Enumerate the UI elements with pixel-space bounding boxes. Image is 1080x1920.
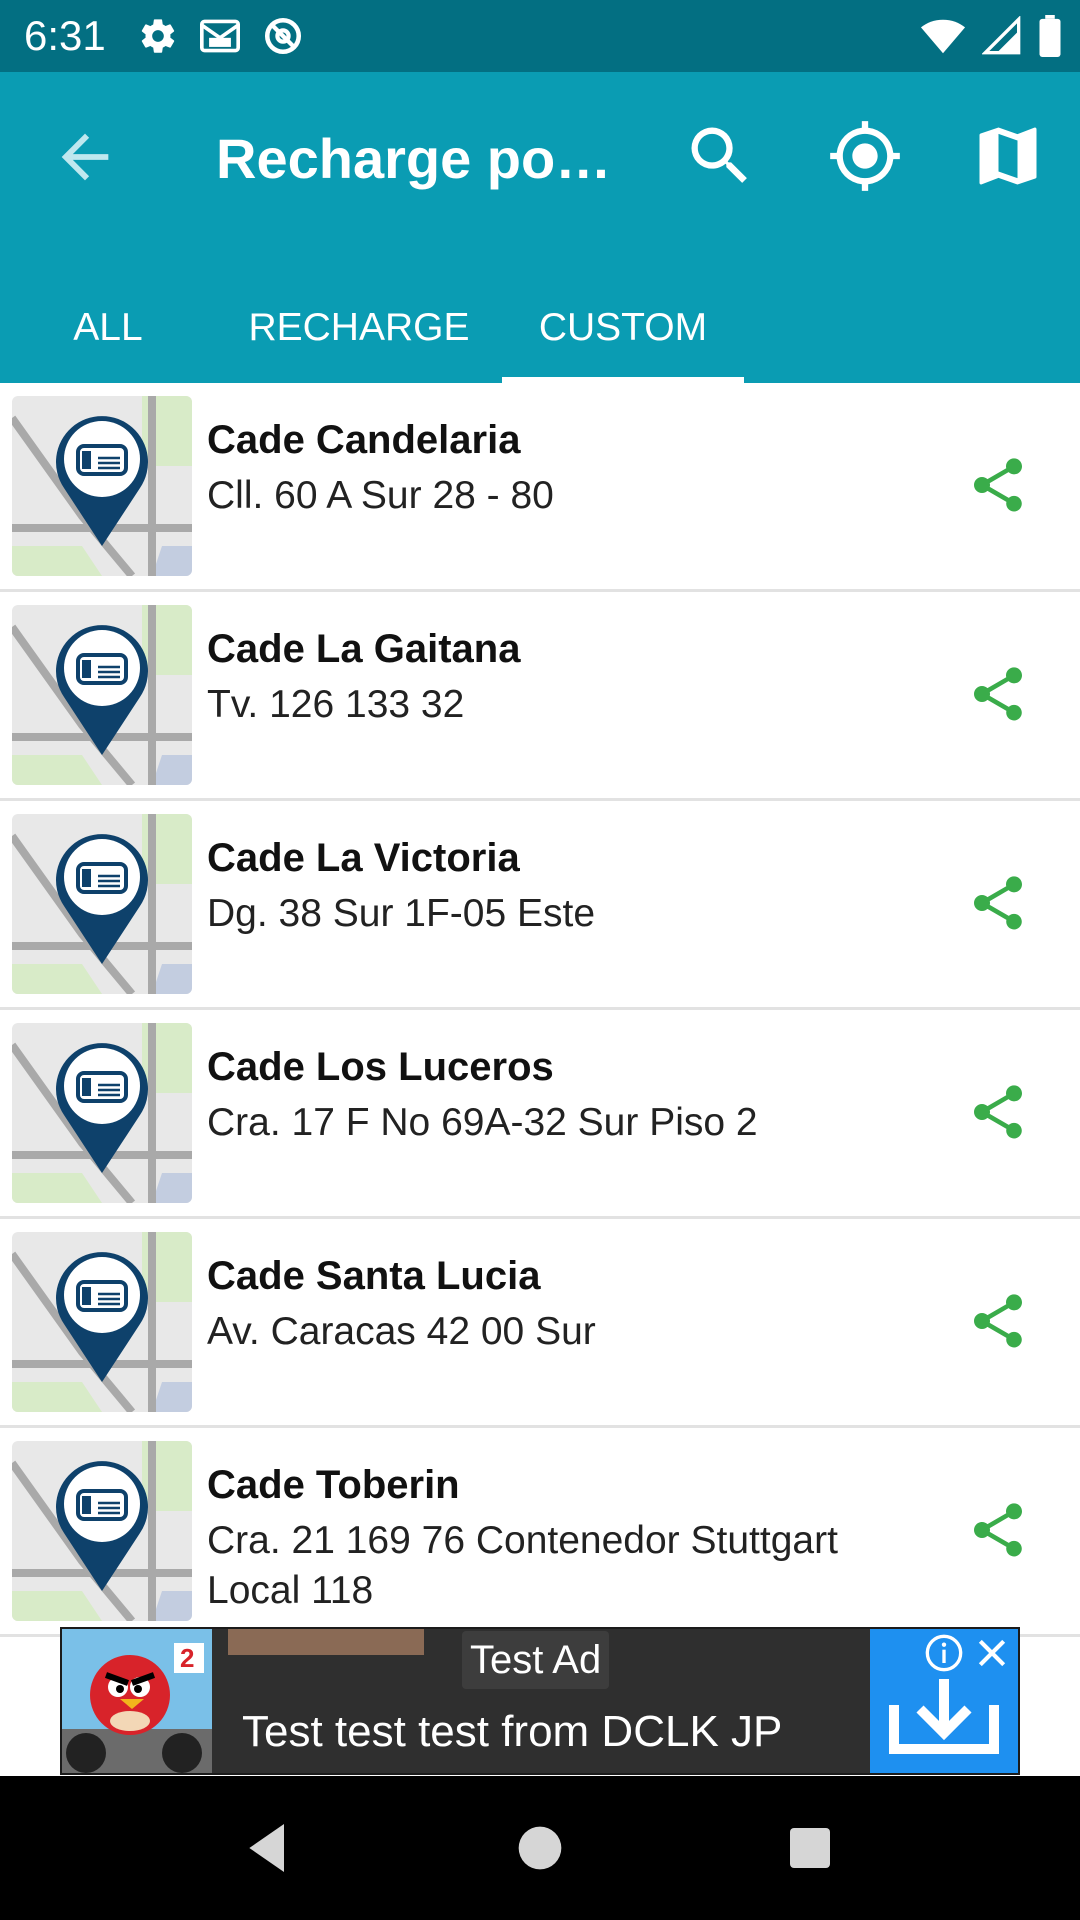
share-button[interactable]: [966, 1080, 1030, 1144]
item-address: Tv. 126 133 32: [207, 683, 465, 726]
nav-recents-icon: [790, 1828, 830, 1868]
tab-all[interactable]: ALL: [40, 272, 176, 383]
share-button[interactable]: [966, 453, 1030, 517]
map-pin-thumbnail: [12, 1441, 192, 1621]
map-button[interactable]: [970, 118, 1046, 194]
ad-label: Test Ad: [462, 1631, 610, 1689]
signal-icon: [982, 16, 1021, 55]
tab-recharge[interactable]: RECHARGE: [240, 272, 478, 383]
item-name: Cade Toberin: [207, 1463, 460, 1507]
map-pin-thumbnail: [12, 814, 192, 994]
page-title: Recharge poi…: [216, 127, 616, 190]
nav-recents-button[interactable]: [778, 1816, 842, 1880]
nav-home-icon: [518, 1826, 562, 1870]
ad-image-strip: [228, 1629, 424, 1655]
share-button[interactable]: [966, 1289, 1030, 1353]
list-item[interactable]: Cade La Victoria Dg. 38 Sur 1F-05 Este: [0, 801, 1080, 1010]
nav-home-button[interactable]: [508, 1816, 572, 1880]
map-pin-thumbnail: [12, 396, 192, 576]
status-time: 6:31: [24, 12, 106, 59]
at-sign-icon: [264, 17, 302, 55]
system-nav-bar: [0, 1776, 1080, 1920]
share-button[interactable]: [966, 871, 1030, 935]
list-item[interactable]: Cade Santa Lucia Av. Caracas 42 00 Sur: [0, 1219, 1080, 1428]
item-address: Dg. 38 Sur 1F-05 Este: [207, 892, 596, 935]
map-pin-icon: [12, 1232, 192, 1412]
item-address: Cra. 17 F No 69A-32 Sur Piso 2: [207, 1101, 758, 1144]
ad-banner[interactable]: 2 Test Ad Test test test from DCLK JP: [60, 1627, 1020, 1775]
ad-game-image: 2: [62, 1629, 212, 1773]
nav-back-icon: [249, 1824, 284, 1872]
wifi-icon: [920, 19, 966, 54]
item-name: Cade Los Luceros: [207, 1045, 554, 1089]
my-location-icon: [830, 121, 900, 191]
ad-close-icon[interactable]: [972, 1633, 1012, 1673]
item-name: Cade Candelaria: [207, 418, 521, 462]
item-name: Cade La Victoria: [207, 836, 520, 880]
share-icon: [974, 1503, 1022, 1557]
app-bar: Recharge poi… ALL RECHARGE CUSTOM: [0, 72, 1080, 383]
item-name: Cade Santa Lucia: [207, 1254, 541, 1298]
item-name: Cade La Gaitana: [207, 627, 521, 671]
map-icon: [979, 127, 1037, 185]
item-address: Cll. 60 A Sur 28 - 80: [207, 474, 554, 517]
list-item[interactable]: Cade Toberin Cra. 21 169 76 Contenedor S…: [0, 1428, 1080, 1637]
settings-icon: [141, 19, 175, 53]
search-button[interactable]: [682, 118, 758, 194]
nav-back-button[interactable]: [236, 1816, 300, 1880]
gmail-icon: [200, 19, 240, 53]
list-item[interactable]: Cade La Gaitana Tv. 126 133 32: [0, 592, 1080, 801]
search-icon: [691, 127, 747, 183]
back-button[interactable]: [50, 122, 120, 192]
share-button[interactable]: [966, 662, 1030, 726]
map-pin-thumbnail: [12, 1232, 192, 1412]
status-bar: 6:31: [0, 0, 1080, 72]
arrow-back-icon: [61, 133, 109, 181]
tab-bar: ALL RECHARGE CUSTOM: [0, 272, 760, 383]
item-address: Av. Caracas 42 00 Sur: [207, 1310, 596, 1353]
svg-text:2: 2: [180, 1643, 194, 1673]
map-pin-thumbnail: [12, 605, 192, 785]
ad-text: Test test test from DCLK JP: [242, 1707, 783, 1756]
share-icon: [974, 667, 1022, 721]
share-icon: [974, 1294, 1022, 1348]
battery-icon: [1039, 15, 1061, 57]
share-icon: [974, 876, 1022, 930]
map-pin-icon: [12, 1023, 192, 1203]
map-pin-icon: [12, 396, 192, 576]
tab-custom[interactable]: CUSTOM: [502, 272, 744, 383]
map-pin-icon: [12, 1441, 192, 1621]
share-icon: [974, 1085, 1022, 1139]
map-pin-icon: [12, 605, 192, 785]
map-pin-thumbnail: [12, 1023, 192, 1203]
map-pin-icon: [12, 814, 192, 994]
share-icon: [974, 458, 1022, 512]
ad-info-icon[interactable]: [924, 1633, 964, 1673]
my-location-button[interactable]: [827, 118, 903, 194]
share-button[interactable]: [966, 1498, 1030, 1562]
recharge-point-list: Cade Candelaria Cll. 60 A Sur 28 - 80 Ca…: [0, 383, 1080, 1637]
list-item[interactable]: Cade Los Luceros Cra. 17 F No 69A-32 Sur…: [0, 1010, 1080, 1219]
item-address: Cra. 21 169 76 Contenedor Stuttgart Loca…: [207, 1519, 838, 1612]
list-item[interactable]: Cade Candelaria Cll. 60 A Sur 28 - 80: [0, 383, 1080, 592]
